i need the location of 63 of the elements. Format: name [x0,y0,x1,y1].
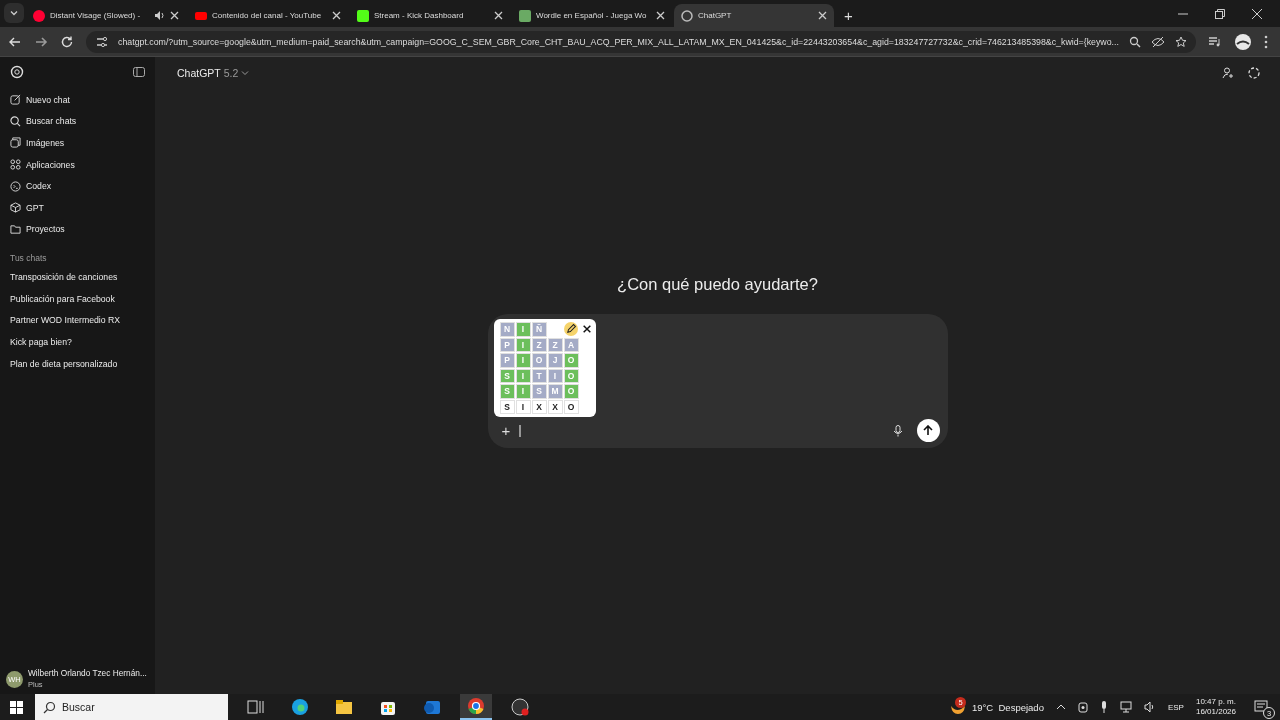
browser-tab[interactable]: Distant Visage (Slowed) - [26,4,186,27]
letter-tile: Ñ [531,322,547,337]
chat-history-item[interactable]: Publicación para Facebook [0,288,155,311]
letter-tile: O [563,368,579,383]
letter-tile: A [563,337,579,352]
composer[interactable]: N I Ñ P I Z Z A P I O J O S I T I O S I S M O S I X X O + [487,314,948,448]
tab-title: Stream - Kick Dashboard [374,11,465,20]
letter-tile: S [499,399,515,414]
browser-tab[interactable]: Stream - Kick Dashboard [350,4,510,27]
tab-title: ChatGPT [698,11,733,20]
letter-tile: I [515,337,531,352]
letter-tile: M [547,384,563,399]
sidebar-item[interactable]: Nuevo chat [0,89,155,111]
sidebar-item[interactable]: Codex [0,175,155,197]
letter-tile: I [515,322,531,337]
letter-tile: O [563,353,579,368]
letter-tile: O [563,384,579,399]
letter-tile: P [499,337,515,352]
weather-text[interactable]: 19°C Despejado [972,701,1044,713]
letter-tile: P [499,353,515,368]
letter-tile: X [531,399,547,414]
letter-tile: I [515,384,531,399]
letter-tile: O [531,353,547,368]
letter-tile: S [531,384,547,399]
user-name: Wilberth Orlando Tzec Hernán... [28,668,147,679]
letter-tile: I [515,353,531,368]
chat-history-item[interactable]: Partner WOD Intermedio RX [0,310,155,332]
browser-tab[interactable]: Contenido del canal - YouTube [188,4,348,27]
letter-tile: X [547,399,563,414]
language-indicator[interactable]: ESP [1167,702,1184,712]
sidebar-item[interactable]: Aplicaciones [0,153,155,176]
letter-tile: O [563,399,579,414]
letter-tile: I [515,399,531,414]
letter-tile: N [499,322,515,337]
section-title: Tus chats [9,252,48,266]
letter-tile: J [547,353,563,368]
chat-history-item[interactable]: Transposición de canciones [0,267,155,289]
attachment-thumbnail[interactable]: N I Ñ P I Z Z A P I O J O S I T I O S I S M O S I X X O [493,319,596,417]
url-text: chatgpt.com/?utm_source=google&utm_medium=paid_search&utm_campaign=GOOG_C_SEM_GBR_Core_CHT_BAU_ACQ_PER_MIX_ALL_LATAM_MX_EN_041425&c_id=22443203654&c_agid=183247727732&c_crid=746213485398&c_kwid={keywo... [118,36,1119,47]
tab-title: Wordle en Español - Juega Wo [536,11,648,20]
clock[interactable]: 10:47 p. m. 16/01/2026 [1195,697,1236,717]
chat-history-item[interactable]: Kick paga bien? [0,331,155,354]
sidebar-item[interactable]: Buscar chats [0,110,155,133]
letter-tile: T [531,368,547,383]
letter-tile: Z [547,337,563,352]
sidebar-item[interactable]: GPT [0,196,155,219]
tab-title: Contenido del canal - YouTube [212,11,323,20]
new-tab-button[interactable]: + [836,7,861,24]
chat-history-item[interactable]: Plan de dieta personalizado [0,353,155,376]
browser-tab[interactable]: ChatGPT [674,4,834,27]
tab-title: Distant Visage (Slowed) - [50,11,142,20]
letter-tile: Z [531,337,547,352]
model-selector[interactable]: ChatGPT 5.2 [177,67,250,79]
sidebar-item[interactable]: Imágenes [0,132,155,154]
letter-tile: S [499,368,515,383]
letter-tile: I [547,368,563,383]
greeting: ¿Con qué puedo ayudarte? [617,275,818,294]
browser-tab[interactable]: Wordle en Español - Juega Wo [512,4,672,27]
sidebar-item[interactable]: Proyectos [0,218,155,241]
add-button[interactable]: + [501,422,511,439]
letter-tile: S [499,384,515,399]
letter-tile: I [515,368,531,383]
taskbar-search-box[interactable]: Buscar [35,694,228,720]
